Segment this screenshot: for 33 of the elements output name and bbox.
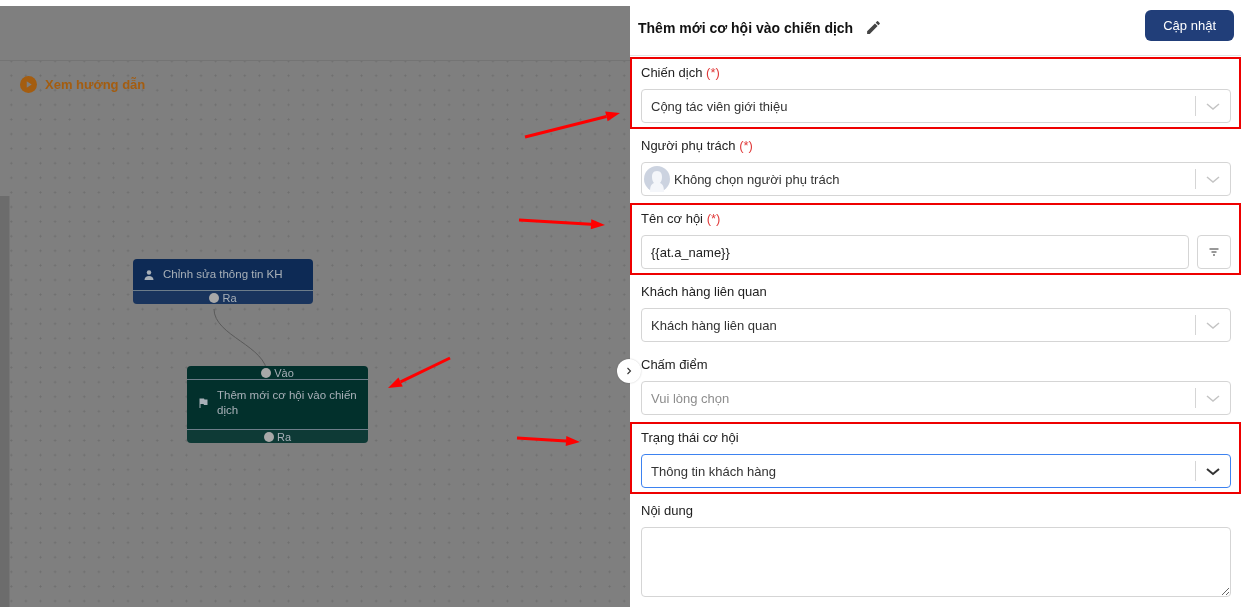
- textarea-field[interactable]: [641, 527, 1231, 597]
- node-title: Chỉnh sửa thông tin KH: [163, 267, 283, 282]
- port-dot[interactable]: [263, 431, 274, 442]
- filter-button[interactable]: [1197, 235, 1231, 269]
- port-dot[interactable]: [261, 367, 272, 378]
- field-label: Chấm điểm: [641, 356, 708, 374]
- port-dot[interactable]: [209, 292, 220, 303]
- text-input[interactable]: {{at.a_name}}: [641, 235, 1189, 269]
- edit-icon[interactable]: [865, 19, 883, 36]
- annotation-arrow: [388, 356, 451, 388]
- select-field[interactable]: Khách hàng liên quan: [641, 308, 1231, 342]
- select-field[interactable]: Cộng tác viên giới thiệu: [641, 89, 1231, 123]
- flow-node[interactable]: Vào Thêm mới cơ hội vào chiến dịch Ra: [187, 366, 368, 443]
- flow-node[interactable]: Chỉnh sửa thông tin KH Ra: [133, 259, 313, 304]
- panel-title: Thêm mới cơ hội vào chiến dịch: [638, 19, 854, 36]
- node-title: Thêm mới cơ hội vào chiến dịch: [217, 388, 358, 418]
- port-label: Ra: [276, 430, 292, 443]
- flag-icon: [197, 397, 209, 409]
- field-label: Trạng thái cơ hội: [641, 429, 739, 447]
- person-icon: [143, 268, 155, 281]
- field-label: Nội dung: [641, 502, 694, 520]
- field-label: Người phụ trách (*): [641, 137, 753, 155]
- field-label: Tên cơ hội (*): [641, 210, 721, 228]
- port-label: Vào: [274, 366, 294, 379]
- field-label: Khách hàng liên quan: [641, 283, 767, 301]
- select-field[interactable]: Thông tin khách hàng: [641, 454, 1231, 488]
- annotation-arrow: [516, 436, 580, 447]
- select-field[interactable]: Không chọn người phụ trách: [641, 162, 1231, 196]
- port-label: Ra: [222, 291, 237, 304]
- select-field[interactable]: Vui lòng chọn: [641, 381, 1231, 415]
- avatar-icon: [644, 166, 670, 192]
- field-label: Chiến dịch (*): [641, 64, 720, 82]
- update-button[interactable]: Cập nhật: [1145, 10, 1234, 41]
